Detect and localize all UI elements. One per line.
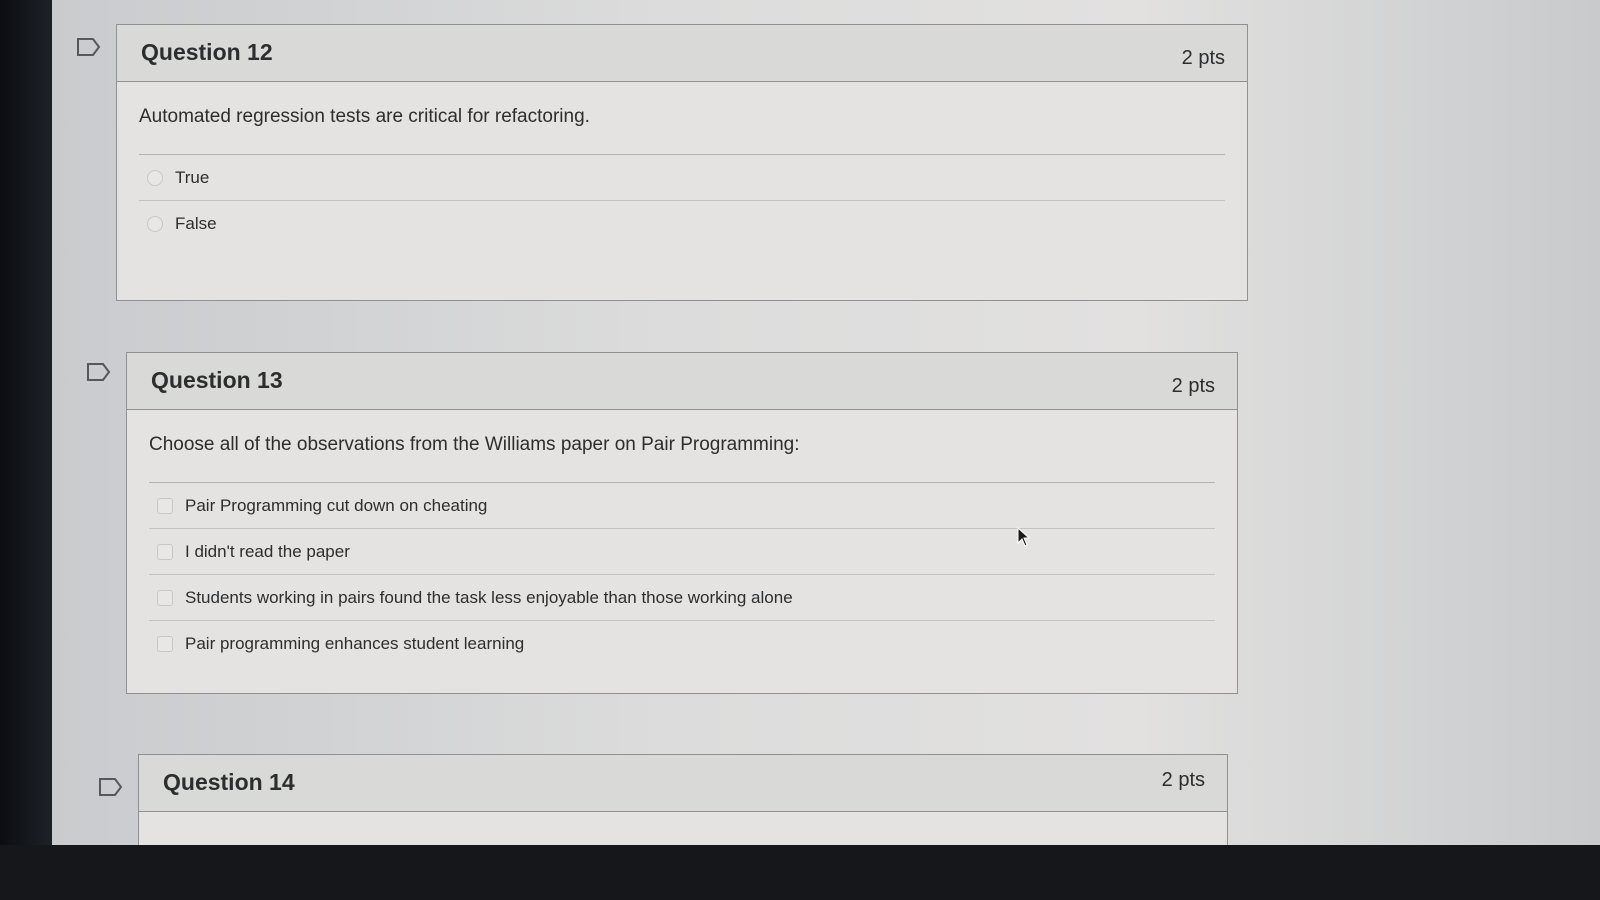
answer-label: Pair programming enhances student learni…: [185, 633, 525, 653]
flag-icon[interactable]: [86, 362, 112, 382]
question-body: Automated regression tests are critical …: [117, 82, 1247, 246]
checkbox[interactable]: [157, 543, 173, 560]
answer-option-2[interactable]: I didn't read the paper: [149, 529, 1215, 575]
mouse-pointer-icon: [1017, 526, 1031, 547]
answer-option-3[interactable]: Students working in pairs found the task…: [149, 575, 1215, 621]
answer-option-true[interactable]: True: [139, 155, 1225, 201]
question-text: Automated regression tests are critical …: [139, 106, 590, 127]
answer-label: Pair Programming cut down on cheating: [185, 495, 488, 515]
left-bezel: [0, 0, 52, 900]
question-header: Question 14 2 pts: [139, 755, 1227, 812]
checkbox[interactable]: [157, 635, 173, 652]
question-points: 2 pts: [1161, 769, 1205, 791]
flag-icon[interactable]: [76, 37, 102, 57]
radio-button[interactable]: [147, 215, 163, 232]
answer-option-4[interactable]: Pair programming enhances student learni…: [149, 621, 1215, 666]
question-title: Question 13: [151, 367, 283, 393]
question-points: 2 pts: [1181, 47, 1225, 69]
answer-option-false[interactable]: False: [139, 201, 1225, 246]
question-12-card: Question 12 2 pts Automated regression t…: [116, 24, 1248, 301]
quiz-screen: Question 12 2 pts Automated regression t…: [52, 0, 1600, 845]
bottom-bezel: [0, 845, 1600, 900]
question-14-card: Question 14 2 pts: [138, 754, 1228, 845]
question-body: Choose all of the observations from the …: [127, 410, 1237, 666]
answer-label: Students working in pairs found the task…: [185, 587, 793, 607]
answer-list: Pair Programming cut down on cheating I …: [149, 482, 1215, 666]
question-text: Choose all of the observations from the …: [149, 434, 800, 455]
question-header: Question 12 2 pts: [117, 25, 1247, 82]
answer-label: I didn't read the paper: [185, 541, 350, 561]
flag-icon[interactable]: [98, 777, 124, 797]
question-title: Question 14: [163, 769, 295, 795]
checkbox[interactable]: [157, 589, 173, 606]
answer-label: False: [175, 213, 217, 233]
answer-label: True: [175, 167, 210, 187]
question-13-card: Question 13 2 pts Choose all of the obse…: [126, 352, 1238, 694]
question-points: 2 pts: [1171, 375, 1215, 397]
checkbox[interactable]: [157, 497, 173, 514]
answer-option-1[interactable]: Pair Programming cut down on cheating: [149, 483, 1215, 529]
radio-button[interactable]: [147, 169, 163, 186]
answer-list: True False: [139, 154, 1225, 246]
question-header: Question 13 2 pts: [127, 353, 1237, 410]
question-title: Question 12: [141, 39, 273, 65]
